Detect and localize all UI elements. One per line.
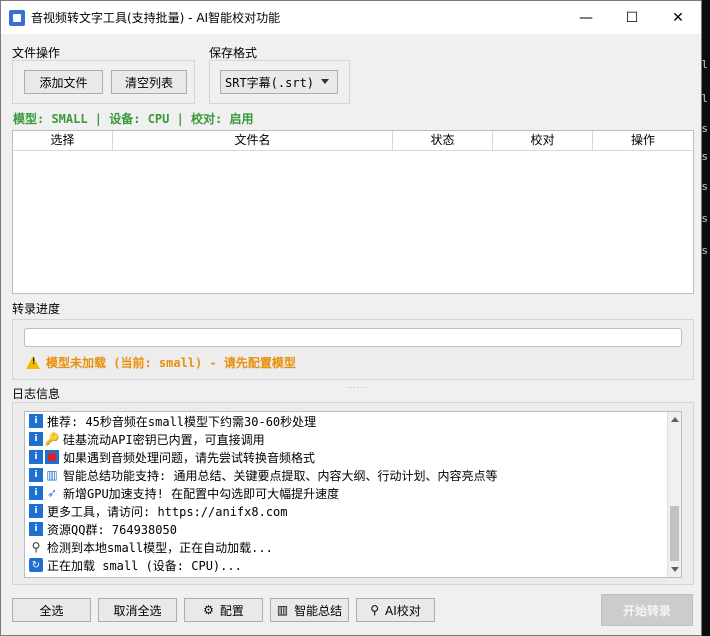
save-format-value: SRT字幕(.srt): [225, 75, 315, 90]
scroll-down-icon[interactable]: [671, 567, 679, 572]
chart-icon: ▥: [276, 603, 289, 617]
maximize-button[interactable]: ☐: [609, 1, 655, 34]
info-icon: i: [29, 414, 43, 428]
scroll-thumb[interactable]: [670, 506, 679, 561]
log-scrollbar[interactable]: [667, 412, 681, 577]
splitter-handle[interactable]: ......: [346, 381, 367, 390]
deselect-all-button[interactable]: 取消全选: [98, 598, 177, 622]
ai-proofread-button[interactable]: ⚲ AI校对: [356, 598, 435, 622]
log-item: i 🔑 硅基流动API密钥已内置，可直接调用: [29, 430, 665, 448]
window-title: 音视频转文字工具(支持批量) - AI智能校对功能: [31, 11, 281, 25]
log-item: i ▥ 智能总结功能支持: 通用总结、关键要点提取、内容大纲、行动计划、内容亮点等: [29, 466, 665, 484]
window-controls: — ☐ ✕: [563, 1, 701, 34]
save-format-label: 保存格式: [209, 46, 258, 60]
column-select[interactable]: 选择: [13, 131, 113, 150]
model-warning: 模型未加载 (当前: small) - 请先配置模型: [26, 354, 296, 371]
magnifier-icon: ⚲: [370, 603, 380, 617]
start-transcribe-button[interactable]: 开始转录: [601, 594, 693, 626]
log-list: i 推荐: 45秒音频在small模型下约需30-60秒处理 i 🔑 硅基流动AP…: [29, 412, 665, 574]
log-group: i 推荐: 45秒音频在small模型下约需30-60秒处理 i 🔑 硅基流动AP…: [12, 402, 694, 585]
log-item: i ➶ 新增GPU加速支持! 在配置中勾选即可大幅提升速度: [29, 484, 665, 502]
column-proofread[interactable]: 校对: [493, 131, 593, 150]
save-format-select[interactable]: SRT字幕(.srt): [220, 70, 338, 94]
info-icon: i: [29, 486, 43, 500]
select-all-button[interactable]: 全选: [12, 598, 91, 622]
app-icon: [9, 9, 25, 26]
add-files-button[interactable]: 添加文件: [24, 70, 103, 94]
log-item: i 更多工具，请访问: https://anifx8.com: [29, 502, 665, 520]
progress-label: 转录进度: [12, 302, 61, 316]
stop-icon: [45, 450, 59, 464]
column-actions[interactable]: 操作: [593, 131, 693, 150]
app-window: 音视频转文字工具(支持批量) - AI智能校对功能 — ☐ ✕ 文件操作 添加文…: [0, 0, 702, 636]
log-item: ⚲ 检测到本地small模型，正在自动加载...: [29, 538, 665, 556]
title-bar: 音视频转文字工具(支持批量) - AI智能校对功能 — ☐ ✕: [1, 1, 701, 34]
log-item: ↻ 正在加载 small (设备: CPU)...: [29, 556, 665, 574]
info-icon: i: [29, 432, 43, 446]
summary-button[interactable]: ▥ 智能总结: [270, 598, 349, 622]
column-filename[interactable]: 文件名: [113, 131, 393, 150]
table-header: 选择 文件名 状态 校对 操作: [13, 131, 693, 151]
warning-icon: [26, 356, 40, 369]
model-warning-text: 模型未加载 (当前: small) - 请先配置模型: [46, 356, 296, 370]
key-icon: 🔑: [44, 432, 60, 446]
column-status[interactable]: 状态: [393, 131, 493, 150]
close-button[interactable]: ✕: [655, 1, 701, 34]
config-button[interactable]: ⚙ 配置: [184, 598, 263, 622]
minimize-button[interactable]: —: [563, 1, 609, 34]
loading-icon: ↻: [29, 558, 43, 572]
progress-group: 模型未加载 (当前: small) - 请先配置模型: [12, 319, 694, 380]
chevron-down-icon: [321, 79, 329, 84]
file-table: 选择 文件名 状态 校对 操作: [12, 130, 694, 294]
log-panel: i 推荐: 45秒音频在small模型下约需30-60秒处理 i 🔑 硅基流动AP…: [24, 411, 682, 578]
clear-list-button[interactable]: 清空列表: [111, 70, 187, 94]
info-icon: i: [29, 450, 43, 464]
info-icon: i: [29, 504, 43, 518]
magnifier-icon: ⚲: [31, 540, 41, 554]
chart-icon: ▥: [46, 468, 58, 482]
scroll-up-icon[interactable]: [671, 417, 679, 422]
rocket-icon: ➶: [46, 486, 58, 500]
info-icon: i: [29, 468, 43, 482]
log-item: i 如果遇到音频处理问题，请先尝试转换音频格式: [29, 448, 665, 466]
log-item: i 资源QQ群: 764938050: [29, 520, 665, 538]
log-item: i 推荐: 45秒音频在small模型下约需30-60秒处理: [29, 412, 665, 430]
model-status: 模型: SMALL | 设备: CPU | 校对: 启用: [13, 112, 254, 126]
log-label: 日志信息: [12, 387, 61, 401]
info-icon: i: [29, 522, 43, 536]
progress-bar: [24, 328, 682, 347]
gear-icon: ⚙: [203, 603, 214, 617]
file-ops-label: 文件操作: [12, 46, 61, 60]
